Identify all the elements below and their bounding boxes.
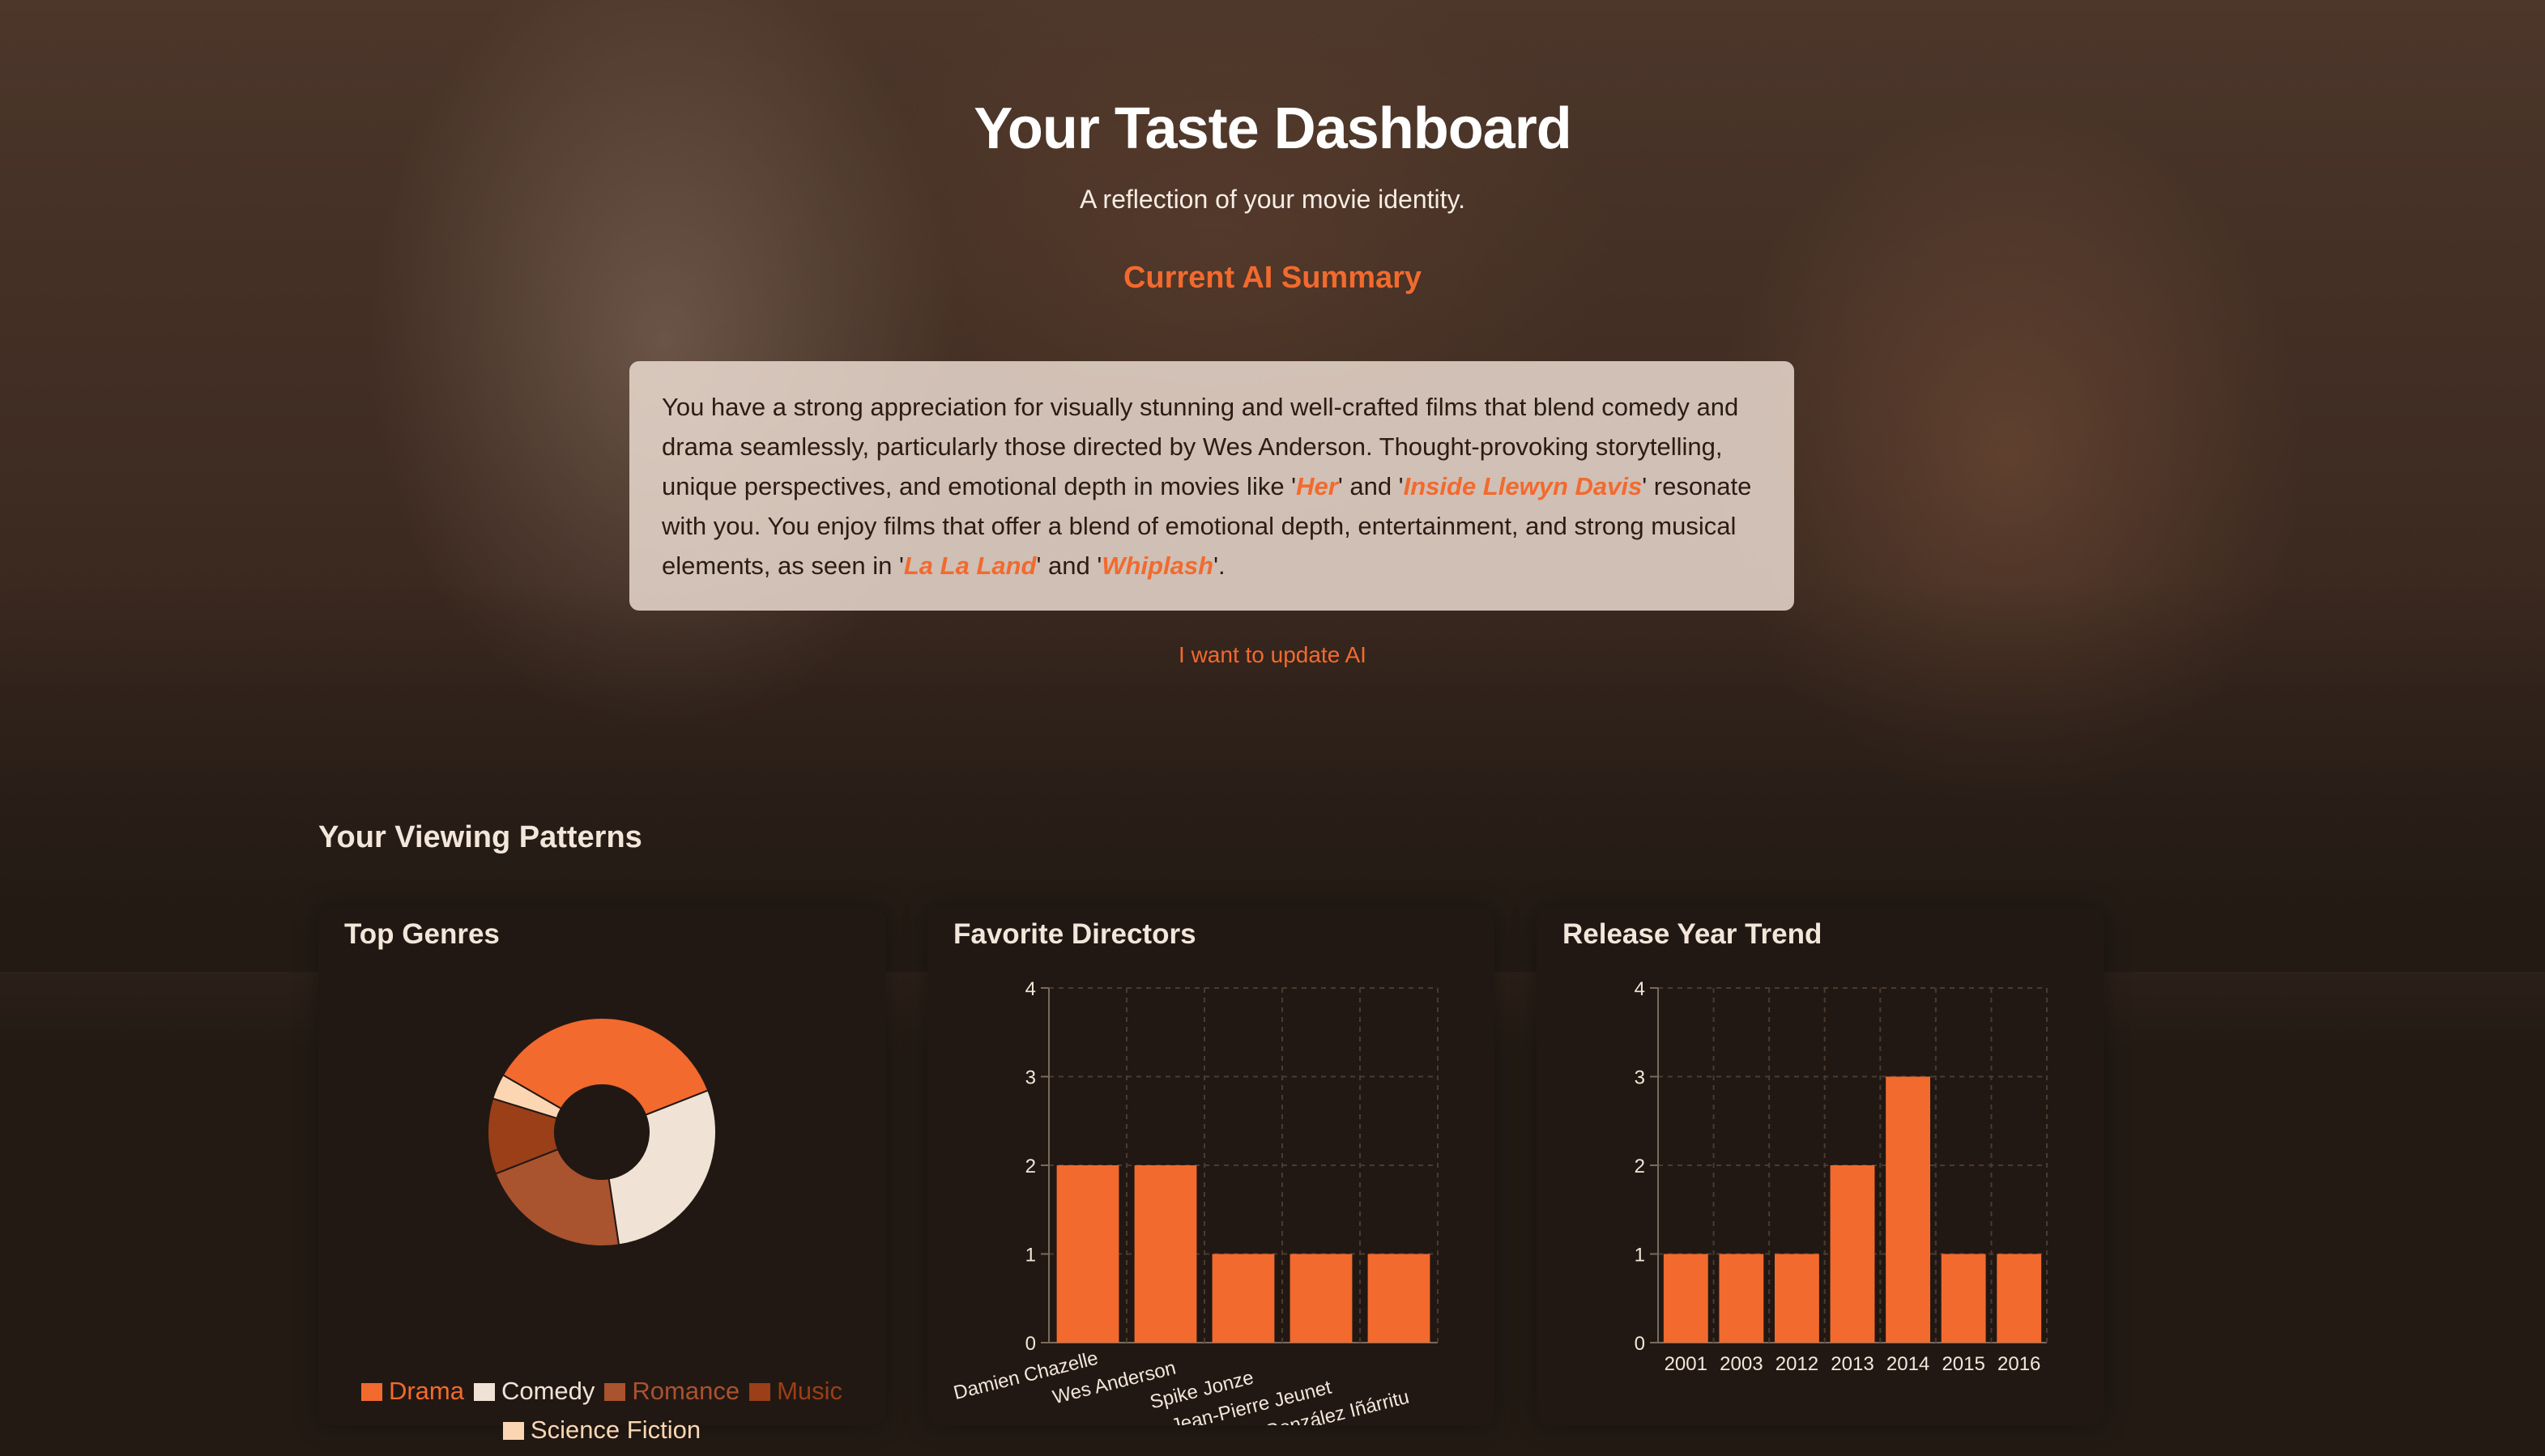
bar-2016[interactable] <box>1997 1254 2042 1343</box>
bar-damien-chazelle[interactable] <box>1056 1165 1119 1343</box>
legend-label: Science Fiction <box>530 1416 701 1444</box>
summary-text: '. <box>1213 551 1226 580</box>
page-title: Your Taste Dashboard <box>974 96 1571 161</box>
movie-title-her: Her <box>1296 472 1338 500</box>
bar-spike-jonze[interactable] <box>1212 1254 1275 1343</box>
x-tick-label: 2016 <box>1997 1353 2040 1375</box>
top-genres-card: Top Genres Drama Comedy Romance MusicScienc… <box>318 907 885 1444</box>
legend-swatch <box>749 1383 771 1401</box>
bar-2003[interactable] <box>1719 1254 1764 1343</box>
ai-summary-box: You have a strong appreciation for visua… <box>629 361 1794 611</box>
legend-swatch <box>604 1383 626 1401</box>
release-year-bar-chart: 0 1 2 3 4 2001 2003 2012 2013 2014 2015 2016 <box>1635 978 2048 1375</box>
page-subtitle: A reflection of your movie identity. <box>1079 185 1466 214</box>
x-tick-label: 2015 <box>1942 1353 1984 1375</box>
top-genres-donut-chart <box>487 1017 717 1247</box>
x-tick-label: 2003 <box>1720 1353 1763 1375</box>
bar-2014[interactable] <box>1886 1076 1930 1343</box>
legend-label: Drama <box>388 1377 464 1405</box>
bar-2015[interactable] <box>1941 1254 1986 1343</box>
y-tick-label: 4 <box>1635 978 1645 1000</box>
y-tick-label: 1 <box>1635 1245 1645 1267</box>
favorite-directors-bar-chart: 01234Damien ChazelleWes AndersonSpike Jo… <box>952 978 1439 1425</box>
bar-2001[interactable] <box>1663 1254 1708 1343</box>
top-genres-legend: Drama Comedy Romance Music Science Fiction <box>343 1372 861 1450</box>
y-tick-label: 3 <box>1635 1067 1645 1089</box>
bar-alejandro-gonzalez-inarritu[interactable] <box>1367 1254 1430 1343</box>
y-tick-label: 0 <box>1635 1333 1645 1355</box>
y-tick-label: 1 <box>1025 1245 1036 1267</box>
legend-label: Romance <box>632 1377 740 1405</box>
legend-item-drama[interactable]: Drama <box>360 1372 464 1411</box>
bar-2013[interactable] <box>1830 1165 1875 1343</box>
ai-summary-heading: Current AI Summary <box>1123 261 1422 295</box>
x-tick-label: 2013 <box>1831 1353 1874 1375</box>
y-tick-label: 3 <box>1025 1067 1036 1089</box>
x-tick-label: 2001 <box>1665 1353 1707 1375</box>
summary-text: ' and ' <box>1337 472 1404 500</box>
y-tick-label: 4 <box>1025 978 1036 1000</box>
y-tick-label: 2 <box>1025 1156 1036 1177</box>
legend-item-music[interactable]: Music <box>749 1372 842 1411</box>
release-year-card: Release Year Trend 0 1 2 3 4 2001 2003 2012 2013… <box>1537 907 2104 1425</box>
legend-item-romance[interactable]: Romance <box>604 1372 740 1411</box>
x-tick-label: 2014 <box>1886 1353 1929 1375</box>
donut-slice-comedy[interactable] <box>607 1089 717 1246</box>
legend-item-science-fiction[interactable]: Science Fiction <box>502 1411 701 1450</box>
legend-swatch <box>360 1383 382 1401</box>
legend-swatch <box>473 1383 495 1401</box>
bar-wes-anderson[interactable] <box>1134 1165 1197 1343</box>
x-tick-label: 2012 <box>1776 1353 1818 1375</box>
dashboard-page: Your Taste Dashboard A reflection of you… <box>0 0 2545 1456</box>
summary-text: ' and ' <box>1036 551 1102 580</box>
movie-title-whiplash: Whiplash <box>1102 551 1214 580</box>
legend-item-comedy[interactable]: Comedy <box>473 1372 595 1411</box>
legend-label: Comedy <box>501 1377 595 1405</box>
y-tick-label: 2 <box>1635 1156 1645 1177</box>
legend-swatch <box>502 1422 524 1440</box>
favorite-directors-card: Favorite Directors 0 1 2 3 4 Damien Chazelle W… <box>927 907 1494 1425</box>
legend-label: Music <box>777 1377 843 1405</box>
viewing-patterns-heading: Your Viewing Patterns <box>318 820 642 854</box>
bar-jean-pierre-jeunet[interactable] <box>1290 1254 1353 1343</box>
movie-title-la-la-land: La La Land <box>903 551 1037 580</box>
update-ai-link[interactable]: I want to update AI <box>0 642 2545 668</box>
y-tick-label: 0 <box>1025 1333 1036 1355</box>
movie-title-inside-llewyn-davis: Inside Llewyn Davis <box>1403 472 1643 500</box>
bar-2012[interactable] <box>1775 1254 1819 1343</box>
